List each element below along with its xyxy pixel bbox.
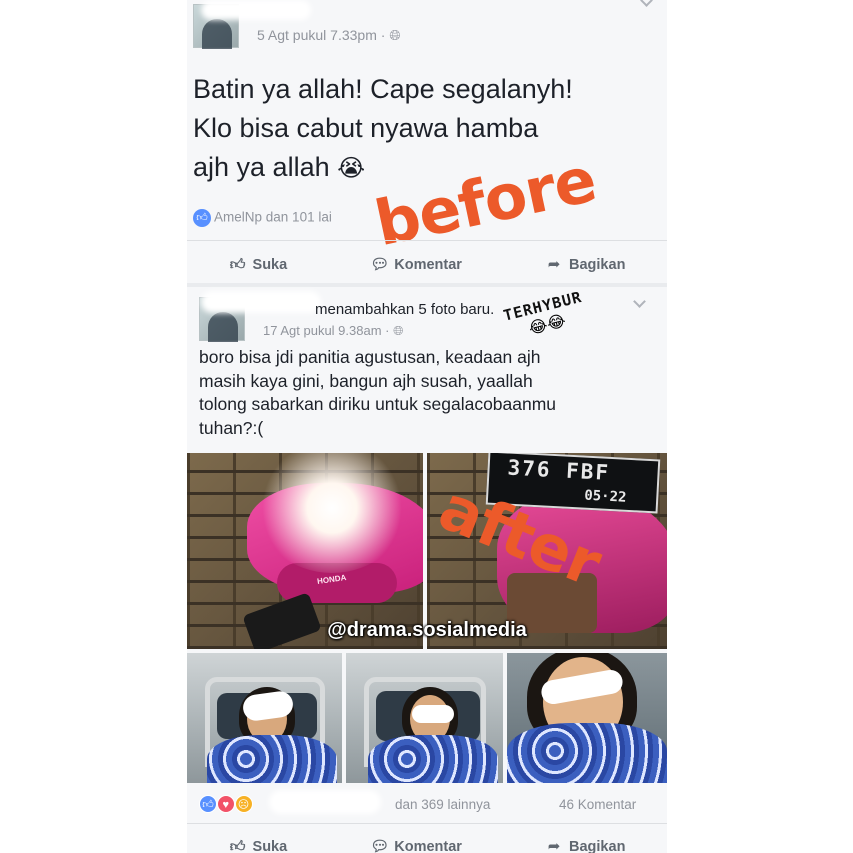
chevron-down-icon[interactable] xyxy=(633,295,646,308)
reaction-count[interactable]: dan 369 lainnya xyxy=(395,797,490,812)
photo-patient-2[interactable] xyxy=(346,653,503,783)
love-reaction-icon: ♥ xyxy=(216,795,235,813)
post-timestamp[interactable]: 17 Agt pukul 9.38am · 🌐︎ xyxy=(263,323,404,339)
post-actions: 👍︎ Suka 💬︎ Komentar ➦ Bagikan xyxy=(187,245,667,285)
like-reaction-icon: 👍︎ xyxy=(199,795,217,813)
name-redaction xyxy=(201,291,321,313)
globe-icon: 🌐︎ xyxy=(389,27,401,43)
reaction-summary[interactable]: 👍︎ ♥ ☹ xyxy=(199,795,253,813)
thumbs-up-icon: 👍︎ xyxy=(229,256,246,273)
terhybur-sticker: TERHYBUR 😂😂 xyxy=(501,287,584,338)
share-button[interactable]: ➦ Bagikan xyxy=(545,838,626,853)
comment-icon: 💬︎ xyxy=(370,838,390,853)
comment-button[interactable]: 💬︎ Komentar xyxy=(370,838,462,853)
post-text: boro bisa jdi panitia agustusan, keadaan… xyxy=(199,347,557,438)
post-header-action: menambahkan 5 foto baru. xyxy=(315,301,495,318)
name-redaction xyxy=(201,0,311,20)
like-reaction-icon: 👍︎ xyxy=(193,209,211,227)
post-actions: 👍︎ Suka 💬︎ Komentar ➦ Bagikan xyxy=(187,827,667,853)
reaction-summary[interactable]: 👍︎ AmelNp dan 101 lai xyxy=(193,209,332,227)
post-card-before: 5 Agt pukul 7.33pm · 🌐︎ Batin ya allah! … xyxy=(187,0,667,283)
share-button[interactable]: ➦ Bagikan xyxy=(545,256,626,274)
like-button[interactable]: 👍︎ Suka xyxy=(229,838,288,853)
face-redaction xyxy=(412,705,454,723)
comment-icon: 💬︎ xyxy=(370,256,390,273)
news-feed: 5 Agt pukul 7.33pm · 🌐︎ Batin ya allah! … xyxy=(187,0,667,853)
photo-patient-3[interactable] xyxy=(507,653,667,783)
sad-reaction-icon: ☹ xyxy=(234,795,253,813)
share-arrow-icon: ➦ xyxy=(547,256,561,273)
crying-emoji: 😭 xyxy=(337,155,366,182)
like-button[interactable]: 👍︎ Suka xyxy=(229,256,288,274)
post-timestamp[interactable]: 5 Agt pukul 7.33pm · 🌐︎ xyxy=(257,27,401,44)
comment-button[interactable]: 💬︎ Komentar xyxy=(370,256,462,274)
comment-count[interactable]: 46 Komentar xyxy=(559,797,636,812)
watermark-text: @drama.sosialmedia xyxy=(327,619,527,641)
post-card-after: menambahkan 5 foto baru. 17 Agt pukul 9.… xyxy=(187,287,667,853)
thumbs-up-icon: 👍︎ xyxy=(229,838,246,853)
globe-icon: 🌐︎ xyxy=(393,323,404,338)
name-redaction xyxy=(269,790,381,814)
photo-patient-1[interactable] xyxy=(187,653,342,783)
chevron-down-icon[interactable] xyxy=(640,0,653,7)
share-arrow-icon: ➦ xyxy=(547,838,561,853)
